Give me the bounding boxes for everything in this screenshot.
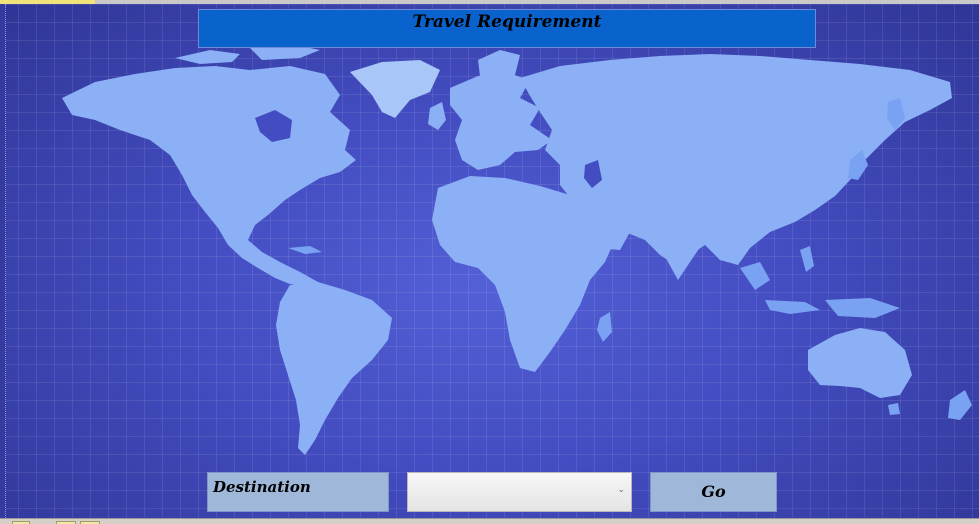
go-button-label: Go <box>701 482 726 501</box>
destination-dropdown[interactable]: ⌄ <box>407 472 632 512</box>
page-title: Travel Requirement <box>412 12 602 32</box>
left-edge <box>0 4 6 518</box>
destination-label-box: Destination <box>207 472 389 512</box>
world-map-icon <box>62 44 972 455</box>
chevron-down-icon[interactable]: ⌄ <box>617 485 625 495</box>
title-bar: Travel Requirement <box>198 9 816 48</box>
go-button[interactable]: Go <box>650 472 777 512</box>
sheet-tab-bar <box>0 518 979 524</box>
destination-label: Destination <box>213 478 311 496</box>
form-canvas: Travel Requirement Destination ⌄ Go <box>0 0 979 524</box>
